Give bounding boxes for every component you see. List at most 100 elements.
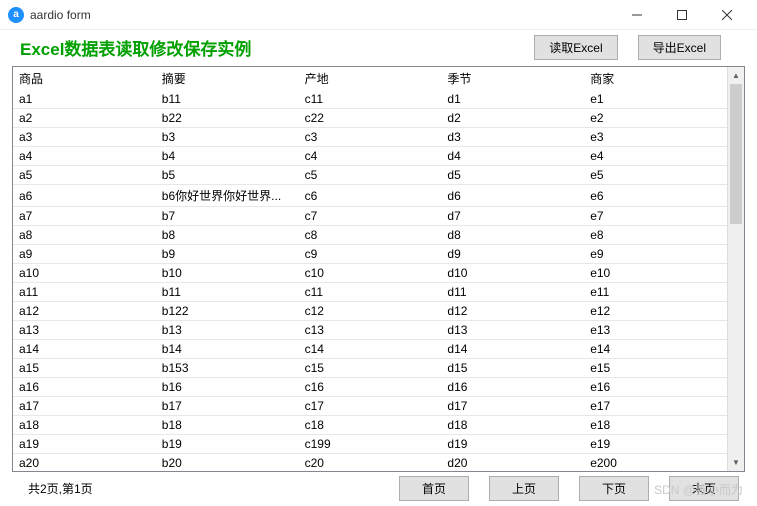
table-cell[interactable]: c20 <box>299 454 442 472</box>
table-cell[interactable]: d1 <box>441 90 584 109</box>
table-cell[interactable]: e13 <box>584 321 727 340</box>
table-cell[interactable]: a13 <box>13 321 156 340</box>
table-cell[interactable]: e6 <box>584 185 727 207</box>
table-cell[interactable]: b20 <box>156 454 299 472</box>
table-cell[interactable]: a15 <box>13 359 156 378</box>
table-cell[interactable]: b5 <box>156 166 299 185</box>
table-cell[interactable]: b4 <box>156 147 299 166</box>
table-cell[interactable]: d3 <box>441 128 584 147</box>
table-cell[interactable]: d13 <box>441 321 584 340</box>
maximize-button[interactable] <box>659 0 704 30</box>
table-cell[interactable]: a17 <box>13 397 156 416</box>
table-cell[interactable]: c10 <box>299 264 442 283</box>
table-cell[interactable]: c16 <box>299 378 442 397</box>
table-cell[interactable]: b22 <box>156 109 299 128</box>
table-row[interactable]: a6b6你好世界你好世界...c6d6e6 <box>13 185 727 207</box>
table-cell[interactable]: d5 <box>441 166 584 185</box>
table-cell[interactable]: a3 <box>13 128 156 147</box>
table-cell[interactable]: d17 <box>441 397 584 416</box>
table-cell[interactable]: b6你好世界你好世界... <box>156 185 299 207</box>
table-cell[interactable]: e14 <box>584 340 727 359</box>
table-cell[interactable]: e200 <box>584 454 727 472</box>
table-cell[interactable]: c4 <box>299 147 442 166</box>
table-cell[interactable]: d11 <box>441 283 584 302</box>
table-cell[interactable]: c9 <box>299 245 442 264</box>
column-header[interactable]: 商品 <box>13 67 156 90</box>
table-cell[interactable]: c18 <box>299 416 442 435</box>
table-cell[interactable]: e18 <box>584 416 727 435</box>
table-cell[interactable]: c8 <box>299 226 442 245</box>
table-cell[interactable]: c6 <box>299 185 442 207</box>
table-cell[interactable]: c5 <box>299 166 442 185</box>
table-row[interactable]: a17b17c17d17e17 <box>13 397 727 416</box>
data-table[interactable]: 商品摘要产地季节商家 a1b11c11d1e1a2b22c22d2e2a3b3c… <box>13 67 727 471</box>
table-cell[interactable]: e9 <box>584 245 727 264</box>
table-row[interactable]: a7b7c7d7e7 <box>13 207 727 226</box>
table-cell[interactable]: a14 <box>13 340 156 359</box>
table-cell[interactable]: b17 <box>156 397 299 416</box>
table-cell[interactable]: e19 <box>584 435 727 454</box>
table-row[interactable]: a19b19c199d19e19 <box>13 435 727 454</box>
table-row[interactable]: a10b10c10d10e10 <box>13 264 727 283</box>
table-cell[interactable]: a4 <box>13 147 156 166</box>
export-excel-button[interactable]: 导出Excel <box>638 35 721 60</box>
column-header[interactable]: 摘要 <box>156 67 299 90</box>
table-cell[interactable]: a16 <box>13 378 156 397</box>
table-cell[interactable]: c13 <box>299 321 442 340</box>
table-cell[interactable]: b19 <box>156 435 299 454</box>
scroll-up-icon[interactable]: ▲ <box>728 67 744 84</box>
table-cell[interactable]: c11 <box>299 283 442 302</box>
table-cell[interactable]: b122 <box>156 302 299 321</box>
table-row[interactable]: a20b20c20d20e200 <box>13 454 727 472</box>
table-cell[interactable]: a12 <box>13 302 156 321</box>
table-row[interactable]: a4b4c4d4e4 <box>13 147 727 166</box>
table-cell[interactable]: d7 <box>441 207 584 226</box>
table-cell[interactable]: d12 <box>441 302 584 321</box>
table-cell[interactable]: c3 <box>299 128 442 147</box>
table-row[interactable]: a2b22c22d2e2 <box>13 109 727 128</box>
table-row[interactable]: a12b122c12d12e12 <box>13 302 727 321</box>
table-cell[interactable]: b153 <box>156 359 299 378</box>
table-cell[interactable]: c17 <box>299 397 442 416</box>
table-cell[interactable]: e1 <box>584 90 727 109</box>
table-cell[interactable]: d8 <box>441 226 584 245</box>
table-cell[interactable]: b13 <box>156 321 299 340</box>
table-cell[interactable]: d10 <box>441 264 584 283</box>
table-cell[interactable]: a2 <box>13 109 156 128</box>
table-cell[interactable]: a20 <box>13 454 156 472</box>
table-cell[interactable]: c7 <box>299 207 442 226</box>
table-cell[interactable]: d19 <box>441 435 584 454</box>
table-cell[interactable]: b3 <box>156 128 299 147</box>
scroll-thumb[interactable] <box>730 84 742 224</box>
table-cell[interactable]: a6 <box>13 185 156 207</box>
read-excel-button[interactable]: 读取Excel <box>534 35 617 60</box>
first-page-button[interactable]: 首页 <box>399 476 469 501</box>
table-cell[interactable]: e5 <box>584 166 727 185</box>
table-cell[interactable]: a5 <box>13 166 156 185</box>
minimize-button[interactable] <box>614 0 659 30</box>
table-cell[interactable]: c15 <box>299 359 442 378</box>
table-row[interactable]: a14b14c14d14e14 <box>13 340 727 359</box>
table-cell[interactable]: b8 <box>156 226 299 245</box>
last-page-button[interactable]: 末页 <box>669 476 739 501</box>
table-cell[interactable]: c12 <box>299 302 442 321</box>
table-cell[interactable]: d16 <box>441 378 584 397</box>
table-cell[interactable]: a18 <box>13 416 156 435</box>
table-row[interactable]: a13b13c13d13e13 <box>13 321 727 340</box>
table-cell[interactable]: a19 <box>13 435 156 454</box>
table-cell[interactable]: b11 <box>156 283 299 302</box>
table-row[interactable]: a11b11c11d11e11 <box>13 283 727 302</box>
table-cell[interactable]: c199 <box>299 435 442 454</box>
table-cell[interactable]: a1 <box>13 90 156 109</box>
table-cell[interactable]: e11 <box>584 283 727 302</box>
table-cell[interactable]: e15 <box>584 359 727 378</box>
table-cell[interactable]: b18 <box>156 416 299 435</box>
table-row[interactable]: a3b3c3d3e3 <box>13 128 727 147</box>
table-cell[interactable]: d2 <box>441 109 584 128</box>
table-cell[interactable]: e8 <box>584 226 727 245</box>
table-cell[interactable]: e17 <box>584 397 727 416</box>
table-cell[interactable]: c11 <box>299 90 442 109</box>
table-cell[interactable]: b14 <box>156 340 299 359</box>
table-cell[interactable]: d6 <box>441 185 584 207</box>
table-cell[interactable]: b9 <box>156 245 299 264</box>
